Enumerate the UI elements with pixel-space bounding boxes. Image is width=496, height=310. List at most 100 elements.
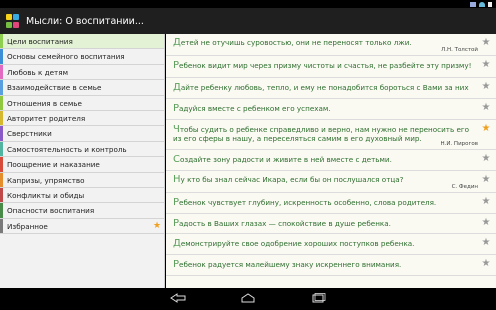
sidebar-item[interactable]: Любовь к детям xyxy=(0,64,164,81)
quote-body: адость в Ваших глазах — спокойствие в ду… xyxy=(179,219,391,228)
sidebar-item[interactable]: Опасности воспитания xyxy=(0,203,164,219)
category-sidebar: Цели воспитания Основы семейного воспитан… xyxy=(0,34,165,288)
favorite-star-icon[interactable]: ★ xyxy=(481,103,491,113)
quote-initial: Н xyxy=(173,174,181,185)
quote-row[interactable]: Детей не отучишь суровостью, они не пере… xyxy=(166,34,496,56)
quote-text: Детей не отучишь суровостью, они не пере… xyxy=(173,34,478,48)
logo-square-2 xyxy=(13,14,19,20)
sidebar-item-label: Конфликты и обиды xyxy=(7,190,85,200)
quote-text: Ребенок видит мир через призму чистоты и… xyxy=(173,56,478,71)
wifi-icon xyxy=(479,1,485,7)
sidebar-item-label: Поощрение и наказание xyxy=(7,160,100,170)
sidebar-item[interactable]: Авторитет родителя xyxy=(0,110,164,127)
sidebar-item[interactable]: Поощрение и наказание xyxy=(0,157,164,173)
sidebar-item-label: Основы семейного воспитания xyxy=(7,52,125,62)
favorite-star-icon[interactable]: ★ xyxy=(481,82,491,92)
sidebar-item-label: Отношения в семье xyxy=(7,98,82,108)
battery-icon xyxy=(488,1,492,7)
favorite-star-icon[interactable]: ★ xyxy=(481,175,491,185)
quote-row[interactable]: Создайте зону радости и живите в ней вме… xyxy=(166,150,496,171)
quote-row[interactable]: Ну кто бы знал сейчас Икара, если бы он … xyxy=(166,171,496,193)
favorite-star-icon[interactable]: ★ xyxy=(481,154,491,164)
screen: Мысли: О воспитании... Цели воспитания Ос… xyxy=(0,0,496,310)
quote-row[interactable]: Радуйся вместе с ребенком его успехам. ★ xyxy=(166,99,496,120)
quote-row[interactable]: Ребенок радуется малейшему знаку искренн… xyxy=(166,255,496,276)
sidebar-item-label: Капризы, упрямство xyxy=(7,175,85,185)
category-color-bar xyxy=(0,157,3,172)
category-color-bar xyxy=(0,218,3,234)
sidebar-item[interactable]: Отношения в семье xyxy=(0,95,164,111)
quote-body: ебенок радуется малейшему знаку искренне… xyxy=(179,260,402,269)
quote-body: ебенок видит мир через призму чистоты и … xyxy=(179,61,472,70)
category-color-bar xyxy=(0,49,3,64)
favorite-star-icon[interactable]: ★ xyxy=(481,60,491,70)
quote-row[interactable]: Демонстрируйте свое одобрение хороших по… xyxy=(166,234,496,255)
quote-row[interactable]: Дайте ребенку любовь, тепло, и ему не по… xyxy=(166,78,496,99)
favorite-star-icon[interactable]: ★ xyxy=(481,259,491,269)
quote-text: Ну кто бы знал сейчас Икара, если бы он … xyxy=(173,171,478,185)
category-color-bar xyxy=(0,64,3,80)
sidebar-item[interactable]: Капризы, упрямство xyxy=(0,172,164,188)
navigation-bar xyxy=(0,288,496,310)
quote-initial: Д xyxy=(173,37,181,48)
star-icon: ★ xyxy=(153,220,162,231)
quote-row[interactable]: Радость в Ваших глазах — спокойствие в д… xyxy=(166,214,496,234)
app-title: Мысли: О воспитании... xyxy=(26,15,144,27)
category-color-bar xyxy=(0,110,3,126)
quotes-list: Детей не отучишь суровостью, они не пере… xyxy=(166,34,496,288)
favorite-star-icon[interactable]: ★ xyxy=(481,124,491,134)
sidebar-item-label: Любовь к детям xyxy=(7,67,68,77)
quote-body: етей не отучишь суровостью, они не перен… xyxy=(180,38,412,47)
sidebar-item[interactable]: Основы семейного воспитания xyxy=(0,49,164,65)
quote-text: Создайте зону радости и живите в ней вме… xyxy=(173,150,478,165)
category-color-bar xyxy=(0,172,3,187)
category-color-bar xyxy=(0,187,3,203)
quote-body: оздайте зону радости и живите в ней вмес… xyxy=(179,155,392,164)
quote-text: Дайте ребенку любовь, тепло, и ему не по… xyxy=(173,78,478,93)
quote-initial: Д xyxy=(173,238,181,249)
sidebar-item-label: Взаимодействие в семье xyxy=(7,83,102,93)
action-bar: Мысли: О воспитании... xyxy=(0,8,496,34)
logo-square-1 xyxy=(6,14,12,20)
quote-row[interactable]: Ребенок чувствует глубину, искренность о… xyxy=(166,193,496,214)
quote-text: Демонстрируйте свое одобрение хороших по… xyxy=(173,234,478,249)
sidebar-item[interactable]: Конфликты и обиды xyxy=(0,187,164,204)
status-bar xyxy=(0,0,496,8)
sidebar-item[interactable]: Цели воспитания xyxy=(0,34,164,50)
category-color-bar xyxy=(0,80,3,95)
app-logo-icon[interactable] xyxy=(6,14,20,28)
quote-body: у кто бы знал сейчас Икара, если бы он п… xyxy=(180,175,404,184)
sidebar-item[interactable]: Взаимодействие в семье xyxy=(0,80,164,96)
favorite-star-icon[interactable]: ★ xyxy=(481,38,491,48)
sidebar-item-label: Опасности воспитания xyxy=(7,206,95,216)
signal-icon xyxy=(470,1,476,7)
sidebar-item[interactable]: Сверстники xyxy=(0,126,164,142)
quote-body: тобы судить о ребенке справедливо и верн… xyxy=(173,125,470,143)
quote-initial: С xyxy=(173,154,180,165)
home-icon[interactable] xyxy=(238,293,258,305)
quote-body: айте ребенку любовь, тепло, и ему не пон… xyxy=(180,83,469,92)
quote-row[interactable]: Ребенок видит мир через призму чистоты и… xyxy=(166,56,496,78)
category-color-bar xyxy=(0,203,3,218)
sidebar-item-label: Авторитет родителя xyxy=(7,113,86,123)
quote-text: Ребенок радуется малейшему знаку искренн… xyxy=(173,255,478,270)
quote-body: ебенок чувствует глубину, искренность ос… xyxy=(179,198,437,207)
favorite-star-icon[interactable]: ★ xyxy=(481,197,491,207)
quote-body: емонстрируйте свое одобрение хороших пос… xyxy=(180,239,415,248)
quote-text: Радость в Ваших глазах — спокойствие в д… xyxy=(173,214,478,229)
quote-author: Н.И. Пирогов xyxy=(440,141,478,147)
sidebar-item[interactable]: Самостоятельность и контроль xyxy=(0,141,164,158)
sidebar-item-label: Цели воспитания xyxy=(7,37,73,46)
quote-initial: Д xyxy=(173,82,181,93)
recent-apps-icon[interactable] xyxy=(308,293,328,305)
back-icon[interactable] xyxy=(168,293,188,305)
sidebar-item-label: Избранное xyxy=(7,221,48,231)
sidebar-item-label: Сверстники xyxy=(7,129,52,139)
category-color-bar xyxy=(0,95,3,110)
quote-row[interactable]: Чтобы судить о ребенке справедливо и вер… xyxy=(166,120,496,150)
category-color-bar xyxy=(0,34,3,49)
favorite-star-icon[interactable]: ★ xyxy=(481,218,491,228)
quote-text: Ребенок чувствует глубину, искренность о… xyxy=(173,193,478,208)
sidebar-item[interactable]: Избранное ★ xyxy=(0,218,164,235)
favorite-star-icon[interactable]: ★ xyxy=(481,238,491,248)
